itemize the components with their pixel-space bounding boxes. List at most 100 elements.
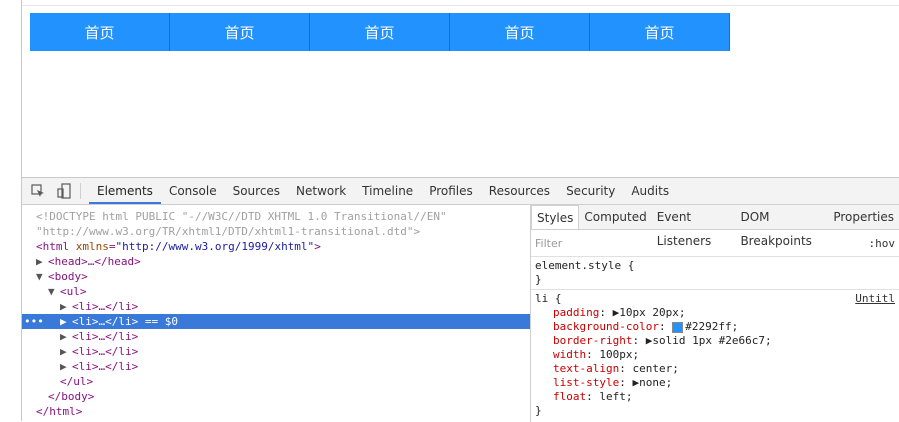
css-declaration[interactable]: border-right: ▶solid 1px #2e66c7; [535, 334, 895, 348]
expand-triangle-icon[interactable]: ▶ [60, 344, 72, 359]
styles-filter-row: Filter :hov [531, 230, 899, 257]
ul-open-tag: <ul> [60, 285, 87, 298]
css-declaration[interactable]: list-style: ▶none; [535, 376, 895, 390]
css-property: padding [553, 306, 600, 319]
tab-event-listeners[interactable]: Event Listeners [652, 205, 736, 248]
li-tag: <li>…</li> [72, 360, 139, 373]
nav-item-home-3[interactable]: 首页 [310, 13, 450, 51]
hov-toggle[interactable]: :hov [869, 237, 896, 250]
ul-node[interactable]: ▼ <ul> [22, 284, 530, 299]
body-close-node[interactable]: </body> [22, 389, 530, 404]
ul-close-node[interactable]: </ul> [22, 374, 530, 389]
styles-filter-input[interactable]: Filter [535, 237, 562, 250]
html-attr-value: "http://www.w3.org/1999/xhtml" [115, 240, 315, 253]
css-property: text-align [553, 362, 620, 375]
li-node[interactable]: ▶ <li>…</li> [22, 359, 530, 374]
li-tag: <li>…</li> [72, 330, 139, 343]
li-node-selected[interactable]: ••• ▶ <li>…</li> == $0 [22, 314, 530, 329]
tab-network[interactable]: Network [288, 178, 354, 204]
nav-item-home-5[interactable]: 首页 [590, 13, 730, 51]
nav-bar: 首页 首页 首页 首页 首页 [30, 13, 730, 51]
tab-sources[interactable]: Sources [225, 178, 288, 204]
css-declaration[interactable]: text-align: center; [535, 362, 895, 376]
ul-close-tag: </ul> [60, 375, 94, 388]
css-property: background-color [553, 320, 659, 333]
css-declaration[interactable]: float: left; [535, 390, 895, 404]
css-value: 100px; [599, 348, 640, 361]
stylesheet-source-link[interactable]: Untitl [855, 292, 895, 306]
body-open-tag: <body> [48, 270, 88, 283]
html-attr-eq: = [108, 240, 116, 253]
doctype-line[interactable]: <!DOCTYPE html PUBLIC "-//W3C//DTD XHTML… [22, 209, 530, 224]
html-open-gt: > [314, 240, 321, 253]
li-node[interactable]: ▶ <li>…</li> [22, 344, 530, 359]
css-declaration[interactable]: background-color: #2292ff; [535, 320, 895, 334]
nav-item-home-1[interactable]: 首页 [30, 13, 170, 51]
cursor-select-icon[interactable] [28, 181, 48, 201]
css-property: width [553, 348, 587, 361]
css-value: center; [632, 362, 679, 375]
body-node[interactable]: ▼ <body> [22, 269, 530, 284]
html-node[interactable]: <html xmlns="http://www.w3.org/1999/xhtm… [22, 239, 530, 254]
element-style-selector: element.style { [535, 259, 635, 272]
collapse-triangle-icon[interactable]: ▼ [22, 269, 48, 284]
tab-console[interactable]: Console [161, 178, 225, 204]
devtools-panel: Elements Console Sources Network Timelin… [22, 177, 899, 422]
collapse-triangle-icon[interactable]: ▼ [48, 284, 60, 299]
left-gutter [0, 0, 22, 421]
css-declaration[interactable]: padding: ▶10px 20px; [535, 306, 895, 320]
html-open-tag: <html [36, 240, 76, 253]
element-style-rule[interactable]: element.style { } [531, 257, 899, 289]
toolbar-divider [80, 183, 81, 199]
li-node[interactable]: ▶ <li>…</li> [22, 329, 530, 344]
devtools-tabbar: Elements Console Sources Network Timelin… [22, 178, 899, 205]
css-property: list-style [553, 376, 620, 389]
page-divider [22, 5, 899, 6]
tab-resources[interactable]: Resources [481, 178, 558, 204]
css-property: border-right [553, 334, 633, 347]
head-tag: <head>…</head> [48, 255, 141, 268]
li-node[interactable]: ▶ <li>…</li> [22, 299, 530, 314]
device-mode-icon[interactable] [54, 181, 74, 201]
tab-security[interactable]: Security [558, 178, 623, 204]
li-tag: <li>…</li> [72, 300, 139, 313]
css-value: #2292ff; [685, 320, 739, 333]
tab-audits[interactable]: Audits [623, 178, 677, 204]
head-node[interactable]: ▶ <head>…</head> [22, 254, 530, 269]
elements-tree: <!DOCTYPE html PUBLIC "-//W3C//DTD XHTML… [22, 205, 531, 422]
tab-properties[interactable]: Properties [828, 205, 899, 229]
doctype-text-2: "http://www.w3.org/TR/xhtml1/DTD/xhtml1-… [36, 225, 421, 238]
css-value: ▶solid 1px #2e66c7; [645, 334, 772, 347]
li-selector: li { [535, 292, 562, 305]
tab-profiles[interactable]: Profiles [421, 178, 481, 204]
html-attr-name: xmlns [75, 240, 109, 253]
css-property: float [553, 390, 587, 403]
styles-tabbar: Styles Computed Event Listeners DOM Brea… [531, 205, 899, 248]
li-tag-selected: <li>…</li> [72, 315, 139, 328]
tab-dom-breakpoints[interactable]: DOM Breakpoints [735, 205, 828, 248]
html-close-node[interactable]: </html> [22, 404, 530, 419]
tab-elements[interactable]: Elements [89, 178, 161, 204]
tab-computed[interactable]: Computed [579, 205, 651, 229]
expand-triangle-icon[interactable]: ▶ [60, 314, 72, 329]
doctype-line-2[interactable]: "http://www.w3.org/TR/xhtml1/DTD/xhtml1-… [22, 224, 530, 239]
rule-close-brace: } [535, 404, 542, 417]
body-close-tag: </body> [48, 390, 95, 403]
selected-marker: == $0 [138, 315, 178, 328]
li-rule-header: Untitl li { [535, 292, 895, 306]
nav-item-home-4[interactable]: 首页 [450, 13, 590, 51]
expand-triangle-icon[interactable]: ▶ [60, 329, 72, 344]
li-style-rule[interactable]: Untitl li { padding: ▶10px 20px; backgrou… [531, 289, 899, 420]
css-value: ▶none; [632, 376, 673, 389]
more-options-icon[interactable]: ••• [24, 314, 44, 329]
css-declaration[interactable]: width: 100px; [535, 348, 895, 362]
tab-styles[interactable]: Styles [531, 205, 580, 229]
color-swatch-icon[interactable] [672, 321, 684, 333]
rule-close-brace: } [535, 273, 542, 286]
expand-triangle-icon[interactable]: ▶ [22, 254, 48, 269]
tab-timeline[interactable]: Timeline [354, 178, 421, 204]
expand-triangle-icon[interactable]: ▶ [60, 299, 72, 314]
expand-triangle-icon[interactable]: ▶ [60, 359, 72, 374]
li-tag: <li>…</li> [72, 345, 139, 358]
nav-item-home-2[interactable]: 首页 [170, 13, 310, 51]
